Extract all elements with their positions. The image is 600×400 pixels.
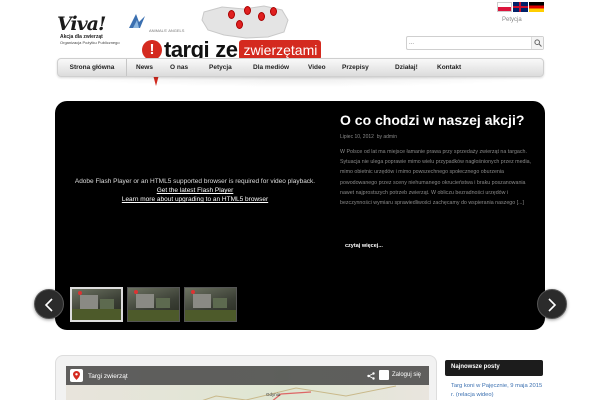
nav-item-video[interactable]: Video (308, 59, 326, 76)
balloon-icon (228, 10, 235, 19)
poland-map-icon (198, 4, 294, 40)
video-player[interactable]: Adobe Flash Player or an HTML5 supported… (55, 177, 335, 204)
slider-thumbnail[interactable] (127, 287, 180, 322)
slider-prev-button[interactable] (34, 289, 64, 319)
viva-logo[interactable]: Viva! Akcja dla zwierząt Organizacja Poż… (57, 13, 123, 47)
slide-author: by admin (376, 134, 397, 140)
slider-thumbnail[interactable] (70, 287, 123, 322)
slide-date: Lipiec 10, 2012 (340, 134, 374, 140)
flag-gb-icon[interactable] (513, 2, 528, 12)
nav-shadow (57, 77, 544, 87)
zwierzetami-word: zwierzętami (239, 40, 322, 60)
flash-message: Adobe Flash Player or an HTML5 supported… (74, 178, 316, 185)
map-login-label: Zaloguj się (392, 372, 422, 378)
flag-de-icon[interactable] (529, 2, 544, 12)
petycja-link[interactable]: Petycja (502, 17, 522, 23)
nav-item-kontakt[interactable]: Kontakt (437, 59, 461, 76)
slide-title[interactable]: O co chodzi w naszej akcji? (340, 112, 524, 128)
share-icon[interactable] (367, 372, 375, 380)
recent-posts-header: Najnowsze posty (445, 360, 543, 376)
nav-item-dzialaj[interactable]: Działaj! (395, 59, 418, 76)
exclamation-icon: ! (142, 40, 162, 60)
recent-posts-title: Najnowsze posty (451, 364, 500, 370)
read-more-link[interactable]: czytaj więcej... (345, 243, 383, 249)
slider-next-button[interactable] (537, 289, 567, 319)
search-icon (534, 39, 542, 47)
html5-browser-link[interactable]: Learn more about upgrading to an HTML5 b… (55, 195, 335, 204)
viva-logo-name: Viva! (57, 13, 106, 35)
nav-item-o-nas[interactable]: O nas (170, 59, 188, 76)
nav-item-media[interactable]: Dla mediów (253, 59, 289, 76)
nav-item-news[interactable]: News (136, 59, 153, 76)
featured-slider: Adobe Flash Player or an HTML5 supported… (55, 101, 545, 330)
main-nav: Strona główna News O nas Petycja Dla med… (57, 58, 544, 77)
slider-thumbnails (70, 287, 237, 322)
flag-pl-icon[interactable] (497, 2, 512, 12)
map-title[interactable]: Targi zwierząt (88, 373, 128, 380)
search-box (406, 36, 544, 50)
recent-post-link[interactable]: Targ koni w Pajęcznie, 9 maja 2015 r. (r… (451, 382, 543, 400)
nav-item-przepisy[interactable]: Przepisy (342, 59, 369, 76)
slide-meta: Lipiec 10, 2012 by admin (340, 134, 397, 140)
chevron-left-icon (44, 298, 53, 312)
google-icon (379, 370, 389, 380)
map-login-button[interactable]: Zaloguj się (379, 369, 427, 381)
nav-item-home[interactable]: Strona główna (58, 59, 127, 76)
map-pin-icon (73, 371, 80, 380)
flash-player-link[interactable]: Get the latest Flash Player (55, 186, 335, 195)
slide-excerpt: W Polsce od lat ma miejsce łamanie prawa… (340, 149, 532, 207)
balloon-icon (258, 12, 265, 21)
viva-logo-subline: Organizacja Pożytku Publicznego (60, 40, 120, 45)
map-pin-button[interactable] (70, 369, 83, 382)
language-switcher (497, 2, 544, 12)
slider-thumbnail[interactable] (184, 287, 237, 322)
chevron-right-icon (548, 298, 557, 312)
nav-item-petycja[interactable]: Petycja (209, 59, 232, 76)
balloon-icon (244, 6, 251, 15)
search-input[interactable] (409, 38, 529, 48)
map-town-label: Gdynia (266, 392, 281, 397)
balloon-icon (236, 20, 243, 29)
search-button[interactable] (531, 37, 543, 49)
map-embed[interactable]: Targi zwierząt Zaloguj się Gdynia (55, 355, 437, 400)
balloon-icon (270, 7, 277, 16)
